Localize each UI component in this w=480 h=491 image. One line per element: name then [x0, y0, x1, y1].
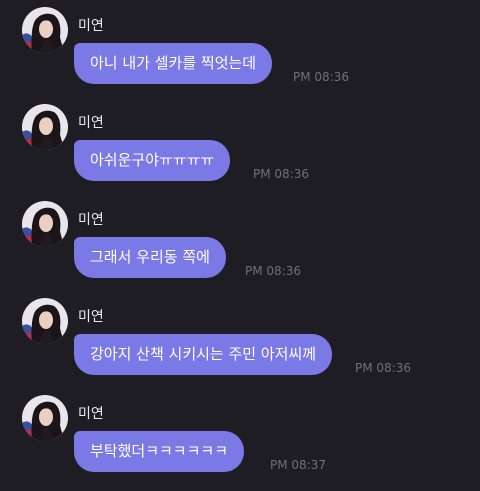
- profile-photo-avatar[interactable]: [22, 7, 68, 53]
- message-timestamp: PM 08:36: [355, 361, 411, 375]
- message-timestamp: PM 08:36: [253, 167, 309, 181]
- message-timestamp: PM 08:36: [245, 264, 301, 278]
- chat-message: 미연 아쉬운구야ㅠㅠㅠㅠ PM 08:36: [0, 99, 480, 196]
- message-bubble[interactable]: 아니 내가 셀카를 찍엇는데: [74, 43, 273, 84]
- sender-name: 미연: [78, 18, 104, 34]
- sender-name: 미연: [78, 406, 104, 422]
- profile-photo-avatar[interactable]: [22, 201, 68, 247]
- message-bubble[interactable]: 부탁했더ㅋㅋㅋㅋㅋㅋ: [74, 431, 245, 472]
- sender-name: 미연: [78, 212, 104, 228]
- message-timestamp: PM 08:36: [293, 70, 349, 84]
- message-bubble[interactable]: 아쉬운구야ㅠㅠㅠㅠ: [74, 140, 231, 181]
- profile-photo-avatar[interactable]: [22, 395, 68, 441]
- chat-message: 미연 부탁했더ㅋㅋㅋㅋㅋㅋ PM 08:37: [0, 390, 480, 487]
- chat-message: 미연 아니 내가 셀카를 찍엇는데 PM 08:36: [0, 2, 480, 99]
- message-bubble[interactable]: 그래서 우리동 쪽에: [74, 237, 226, 278]
- chat-message: 미연 그래서 우리동 쪽에 PM 08:36: [0, 196, 480, 293]
- profile-photo-avatar[interactable]: [22, 298, 68, 344]
- chat-message: 미연 강아지 산책 시키시는 주민 아저씨께 PM 08:36: [0, 293, 480, 390]
- message-timestamp: PM 08:37: [270, 458, 326, 472]
- sender-name: 미연: [78, 115, 104, 131]
- sender-name: 미연: [78, 309, 104, 325]
- profile-photo-avatar[interactable]: [22, 104, 68, 150]
- message-bubble[interactable]: 강아지 산책 시키시는 주민 아저씨께: [74, 334, 333, 375]
